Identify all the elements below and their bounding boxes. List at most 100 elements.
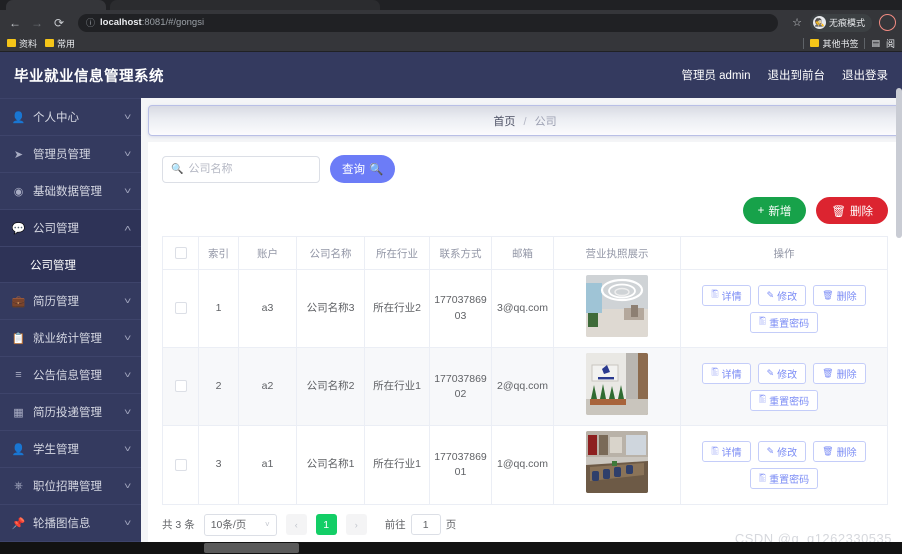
select-all-cell[interactable] [162, 236, 199, 270]
row-delete-button[interactable]: 🗑 删除 [813, 284, 866, 306]
chevron-down-icon: ˅ [123, 186, 132, 196]
sidebar-item-student-manage[interactable]: 👤 学生管理 ˅ [0, 431, 141, 468]
browser-tab-strip [0, 0, 902, 10]
license-thumbnail-meeting[interactable] [586, 431, 648, 494]
sidebar-item-admin-manage[interactable]: ➤ 管理员管理 ˅ [0, 136, 141, 173]
jump-page-input[interactable] [410, 514, 441, 536]
row-delete-button[interactable]: 🗑 删除 [813, 441, 866, 463]
forward-icon[interactable]: → [28, 14, 46, 32]
sidebar-item-company-manage[interactable]: 💬 公司管理 ˅ [0, 210, 141, 247]
sidebar-item-resume-manage[interactable]: 💼 简历管理 ˅ [0, 283, 141, 320]
license-thumbnail-lobby[interactable] [586, 275, 648, 337]
cell-company: 公司名称2 [296, 347, 365, 427]
page-scrollbar[interactable] [896, 88, 902, 542]
bookmark-item-changyong[interactable]: 常用 [45, 37, 75, 50]
page-number-1[interactable]: 1 [315, 514, 337, 536]
cell-account: a2 [238, 347, 297, 427]
browser-toolbar: ← → ⟳ ⓘ localhost:8081/#/gongsi ☆ 🕵 无痕模式 [0, 10, 902, 35]
other-bookmarks-button[interactable]: 其他书签 [810, 37, 858, 50]
row-checkbox[interactable] [174, 380, 187, 393]
os-taskbar [0, 542, 902, 554]
sidebar-item-carousel[interactable]: 📌 轮播图信息 ˅ [0, 505, 141, 542]
row-select-cell[interactable] [162, 425, 199, 505]
sidebar-item-announcement[interactable]: ≡ 公告信息管理 ˅ [0, 357, 141, 394]
page-size-label: 10条/页 [210, 519, 247, 532]
incognito-label: 无痕模式 [828, 18, 865, 28]
content-card: 🔍 查询 🔍 + 新增 🗑 删除 [148, 142, 902, 554]
reset-password-button[interactable]: 🖺 重置密码 [749, 389, 819, 411]
edit-button[interactable]: ✎ 修改 [757, 441, 807, 463]
table-header-row: 索引 账户 公司名称 所在行业 联系方式 邮箱 营业执照展示 操作 [162, 236, 888, 270]
details-button[interactable]: 🖺 详情 [702, 362, 751, 384]
chevron-down-icon: ˅ [123, 333, 132, 343]
search-icon: 🔍 [171, 163, 184, 175]
chevron-down-icon: ˅ [123, 481, 132, 491]
breadcrumb-current: 公司 [534, 115, 557, 128]
breadcrumb-separator: / [523, 115, 527, 128]
taskbar-item[interactable] [204, 543, 299, 553]
details-label: 详情 [721, 369, 742, 381]
edit-label: 修改 [777, 291, 798, 303]
reset-password-button[interactable]: 🖺 重置密码 [749, 468, 819, 490]
reload-icon[interactable]: ⟳ [50, 14, 68, 32]
query-button[interactable]: 查询 🔍 [330, 155, 396, 183]
exit-to-frontend-link[interactable]: 退出到前台 [768, 67, 826, 83]
sidebar-subitem-company-manage[interactable]: 公司管理 [0, 247, 141, 283]
search-field[interactable]: 🔍 [162, 155, 320, 183]
key-icon: 🖺 [758, 316, 767, 327]
cell-industry: 所在行业1 [364, 347, 430, 427]
license-thumbnail-entrance[interactable] [586, 353, 648, 416]
column-header-industry: 所在行业 [364, 236, 430, 270]
browser-tab-active[interactable] [110, 0, 380, 10]
next-page-button[interactable]: › [345, 514, 367, 536]
jump-prefix: 前往 [384, 519, 406, 532]
page-title: 毕业就业信息管理系统 [14, 68, 164, 85]
row-checkbox[interactable] [174, 302, 187, 315]
chevron-up-icon: ˅ [123, 223, 132, 233]
table-row: 3 a1 公司名称1 所在行业1 17703786901 1@qq.com 🖺 … [162, 425, 888, 505]
sidebar-item-job-recruitment[interactable]: ⎈ 职位招聘管理 ˅ [0, 468, 141, 505]
row-delete-button[interactable]: 🗑 删除 [813, 362, 866, 384]
details-button[interactable]: 🖺 详情 [702, 284, 751, 306]
sidebar-item-employment-stats[interactable]: 📋 就业统计管理 ˅ [0, 320, 141, 357]
query-button-label: 查询 [342, 164, 365, 176]
bookmark-star-icon[interactable]: ☆ [788, 16, 806, 29]
edit-button[interactable]: ✎ 修改 [757, 284, 807, 306]
delete-button[interactable]: 🗑 删除 [816, 197, 888, 224]
list-icon[interactable]: ▤ [871, 38, 880, 49]
row-select-cell[interactable] [162, 347, 199, 427]
cell-index: 2 [198, 347, 239, 427]
page-size-select[interactable]: 10条/页 ˅ [203, 513, 277, 536]
bookmark-item-ziliao[interactable]: 资料 [7, 37, 37, 50]
add-button[interactable]: + 新增 [742, 197, 807, 224]
sidebar-item-personal-center[interactable]: 👤 个人中心 ˅ [0, 99, 141, 136]
logout-link[interactable]: 退出登录 [842, 67, 888, 83]
scrollbar-thumb[interactable] [896, 88, 902, 238]
cell-email: 1@qq.com [491, 425, 554, 505]
row-select-cell[interactable] [162, 268, 199, 349]
edit-button[interactable]: ✎ 修改 [757, 362, 807, 384]
address-bar[interactable]: ⓘ localhost:8081/#/gongsi [78, 13, 779, 32]
breadcrumb-home[interactable]: 首页 [493, 116, 515, 128]
incognito-indicator[interactable]: 🕵 无痕模式 [809, 13, 872, 32]
browser-tab[interactable] [6, 0, 106, 10]
back-icon[interactable]: ← [6, 14, 24, 32]
sidebar-item-label: 职位招聘管理 [33, 481, 102, 493]
reset-password-label: 重置密码 [769, 318, 810, 330]
sidebar-item-resume-delivery[interactable]: ▦ 简历投递管理 ˅ [0, 394, 141, 431]
header-actions: 管理员 admin 退出到前台 退出登录 [681, 67, 888, 83]
column-header-license: 营业执照展示 [553, 236, 681, 270]
row-checkbox[interactable] [174, 458, 187, 471]
details-button[interactable]: 🖺 详情 [702, 441, 751, 463]
reset-password-button[interactable]: 🖺 重置密码 [749, 311, 819, 333]
sidebar-item-label: 管理员管理 [33, 149, 91, 161]
select-all-checkbox[interactable] [174, 247, 187, 260]
search-input[interactable] [188, 163, 311, 175]
pencil-icon: ✎ [766, 289, 775, 300]
reading-list-label[interactable]: 阅 [886, 37, 895, 50]
sidebar-item-basic-data[interactable]: ◉ 基础数据管理 ˅ [0, 173, 141, 210]
prev-page-button[interactable]: ‹ [285, 514, 307, 536]
cell-operations: 🖺 详情 ✎ 修改 🗑 删除 🖺 重置密码 [680, 347, 888, 427]
profile-avatar[interactable] [879, 14, 896, 31]
bookmark-label: 常用 [57, 38, 76, 49]
